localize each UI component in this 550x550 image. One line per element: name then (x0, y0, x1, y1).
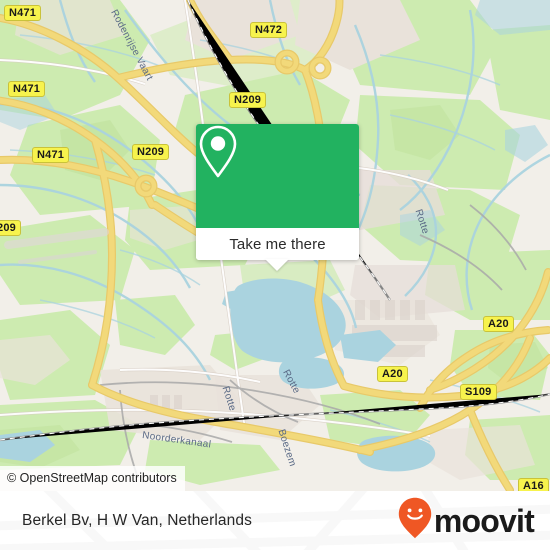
road-shield[interactable]: N472 (250, 22, 288, 38)
take-me-there-callout[interactable]: Take me there (196, 124, 359, 271)
place-title: Berkel Bv, H W Van, Netherlands (22, 511, 252, 529)
moovit-smiley-pin-icon (398, 497, 432, 544)
road-shield[interactable]: N471 (8, 81, 46, 97)
road-shield[interactable]: 209 (0, 220, 21, 236)
callout-pin-area (196, 124, 359, 228)
road-shield[interactable]: A20 (483, 316, 514, 332)
callout-tail-pointer (265, 259, 289, 271)
road-shield[interactable]: A20 (377, 366, 408, 382)
moovit-map-share-card: .g { fill:#cdebb0; } .gd { fill:#c2e39f;… (0, 0, 550, 550)
road-shield[interactable]: N471 (4, 5, 42, 21)
osm-attribution[interactable]: © OpenStreetMap contributors (0, 466, 185, 491)
map-canvas[interactable]: .g { fill:#cdebb0; } .gd { fill:#c2e39f;… (0, 0, 550, 491)
callout-action-bar[interactable]: Take me there (196, 228, 359, 260)
road-shield[interactable]: N209 (132, 144, 170, 160)
road-shield[interactable]: N471 (32, 147, 70, 163)
road-shield[interactable]: A16 (518, 478, 549, 491)
road-shield[interactable]: N209 (229, 92, 267, 108)
take-me-there-label: Take me there (229, 235, 326, 253)
footer-bar: Berkel Bv, H W Van, Netherlands moovit (0, 491, 550, 550)
moovit-wordmark: moovit (433, 502, 535, 539)
moovit-brand[interactable]: moovit (398, 491, 535, 550)
road-shield[interactable]: S109 (460, 384, 497, 400)
